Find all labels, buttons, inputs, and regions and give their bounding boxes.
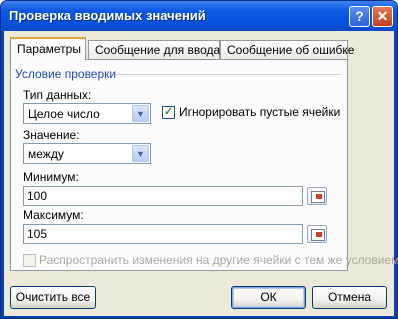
data-type-label: Тип данных: xyxy=(23,88,92,102)
dialog-title: Проверка вводимых значений xyxy=(9,8,206,23)
tab-error-message[interactable]: Сообщение об ошибке xyxy=(220,40,354,59)
close-icon: ✕ xyxy=(376,8,389,24)
data-type-combo[interactable]: Целое число ▼ xyxy=(23,103,151,124)
dialog-client-area: Параметры Сообщение для ввода Сообщение … xyxy=(4,31,398,316)
cancel-label: Отмена xyxy=(327,290,372,304)
tab-error-message-label: Сообщение об ошибке xyxy=(227,43,355,57)
ignore-blank-checkbox[interactable]: ✓ xyxy=(162,106,175,119)
clear-all-button[interactable]: Очистить все xyxy=(10,286,96,309)
ok-button[interactable]: ОК xyxy=(231,286,306,309)
dialog-window: Проверка вводимых значений ? ✕ Параметры… xyxy=(0,0,398,319)
min-input[interactable] xyxy=(27,189,297,203)
min-field[interactable] xyxy=(23,186,303,206)
condition-group-label: Условие проверки xyxy=(15,67,117,81)
value-label: Значение: xyxy=(23,128,80,142)
title-bar[interactable]: Проверка вводимых значений ? ✕ xyxy=(1,1,397,31)
help-button[interactable]: ? xyxy=(349,6,370,27)
tab-parameters[interactable]: Параметры xyxy=(10,37,86,60)
min-label: Минимум: xyxy=(23,170,79,184)
value-combo[interactable]: между ▼ xyxy=(23,143,151,164)
cancel-button[interactable]: Отмена xyxy=(312,286,387,309)
group-divider xyxy=(115,74,341,75)
close-button[interactable]: ✕ xyxy=(372,6,393,27)
range-marker xyxy=(316,232,322,237)
max-label: Максимум: xyxy=(23,208,84,222)
max-input[interactable] xyxy=(27,227,297,241)
apply-all-label: Распространить изменения на другие ячейк… xyxy=(39,253,398,267)
value-selected: между xyxy=(28,147,64,161)
help-icon: ? xyxy=(355,8,364,24)
ok-label: ОК xyxy=(260,290,277,304)
ignore-blank-label: Игнорировать пустые ячейки xyxy=(179,105,341,119)
clear-all-label: Очистить все xyxy=(15,290,91,304)
chevron-down-icon[interactable]: ▼ xyxy=(132,105,149,122)
chevron-down-icon[interactable]: ▼ xyxy=(132,145,149,162)
data-type-value: Целое число xyxy=(28,107,100,121)
checkmark-icon: ✓ xyxy=(163,106,174,118)
parameters-panel: Условие проверки Тип данных: Целое число… xyxy=(10,59,398,271)
tab-input-message[interactable]: Сообщение для ввода xyxy=(88,40,220,59)
tab-parameters-label: Параметры xyxy=(17,42,81,56)
range-marker xyxy=(316,194,322,199)
min-range-button[interactable] xyxy=(307,187,327,205)
max-range-button[interactable] xyxy=(307,225,327,243)
tab-input-message-label: Сообщение для ввода xyxy=(95,43,221,57)
apply-all-checkbox[interactable] xyxy=(23,254,36,267)
max-field[interactable] xyxy=(23,224,303,244)
